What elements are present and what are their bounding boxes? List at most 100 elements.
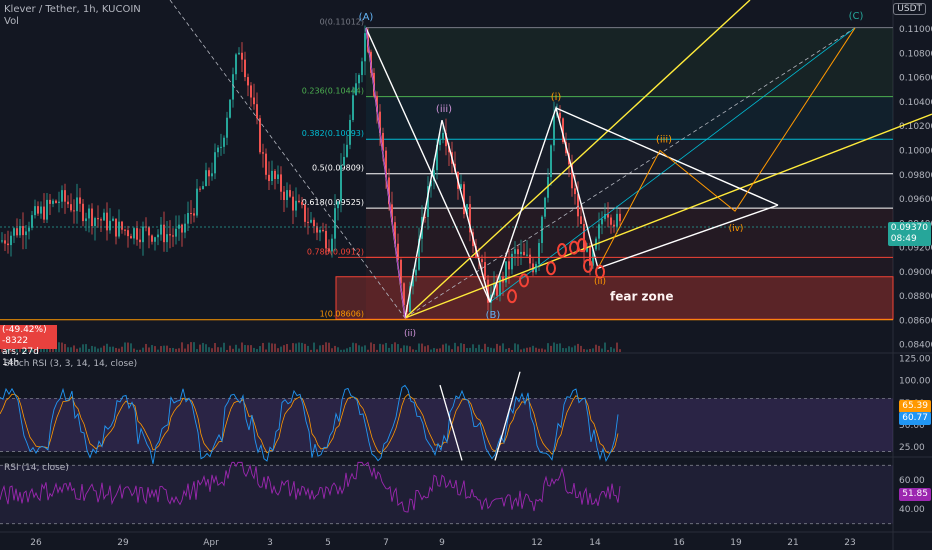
volume-bar — [295, 343, 297, 352]
candle-body — [232, 74, 234, 100]
candle-body — [73, 210, 75, 212]
candle-body — [148, 227, 150, 236]
countdown: 08:49 — [890, 234, 917, 244]
volume-bar — [457, 346, 459, 352]
candle-body — [25, 231, 27, 236]
time-tick-label: 29 — [117, 538, 129, 548]
volume-bar — [412, 349, 414, 352]
candle-body — [301, 202, 303, 205]
volume-bar — [160, 346, 162, 352]
candle-body — [415, 269, 417, 276]
volume-bar — [334, 345, 336, 352]
candle-body — [235, 54, 237, 75]
volume-bar — [553, 342, 555, 352]
price-tick-label: 0.10200 — [899, 122, 932, 132]
rsi-tag: 51.85 — [899, 488, 931, 501]
volume-bar — [145, 343, 147, 352]
volume-bar — [220, 347, 222, 352]
candle-body — [133, 228, 135, 239]
candle-body — [355, 83, 357, 96]
volume-bar — [316, 349, 318, 352]
wave-label-i: (i) — [551, 92, 562, 103]
volume-bar — [418, 343, 420, 352]
candle-body — [136, 228, 138, 240]
volume-bar — [289, 349, 291, 352]
time-tick-label: 19 — [730, 538, 742, 548]
fib-label: 0.786(0.0912) — [307, 247, 364, 256]
candle-body — [361, 61, 363, 76]
volume-bar — [604, 342, 606, 352]
candle-body — [4, 240, 6, 244]
candle-body — [343, 156, 345, 166]
volume-bar — [232, 348, 234, 352]
volume-bar — [118, 348, 120, 352]
candle-body — [190, 213, 192, 215]
candle-body — [328, 248, 330, 252]
volume-bar — [448, 345, 450, 352]
currency-button[interactable]: USDT — [893, 3, 926, 15]
candle-body — [613, 224, 615, 227]
volume-bar — [460, 343, 462, 352]
volume-bar — [523, 348, 525, 352]
price-tick-label: 0.09600 — [899, 195, 932, 205]
volume-bar — [358, 345, 360, 352]
candle-body — [142, 226, 144, 243]
measure-box: (-49.42%) -8322 ars, 27d 14h — [0, 325, 57, 368]
volume-bar — [238, 348, 240, 352]
time-tick-label: 12 — [531, 538, 542, 548]
candle-body — [31, 215, 33, 228]
volume-bar — [100, 347, 102, 352]
chart-stage[interactable]: 0.11000 0.10800 0.10600 0.10400 0.10200 0.100… — [0, 0, 932, 550]
candle-body — [283, 191, 285, 200]
volume-bar — [361, 346, 363, 352]
volume-bar — [589, 348, 591, 352]
volume-bar — [373, 343, 375, 352]
time-tick-label: 26 — [30, 538, 42, 548]
volume-bar — [82, 344, 84, 352]
candle-body — [217, 147, 219, 153]
candle-body — [166, 234, 168, 243]
volume-bar — [61, 342, 63, 352]
candle-body — [124, 229, 126, 231]
price-chart[interactable]: 0.11000 0.10800 0.10600 0.10400 0.10200 0.100… — [0, 0, 932, 550]
volume-bar — [244, 344, 246, 352]
wave-label-iii-proj: (iii) — [656, 135, 672, 146]
volume-bar — [370, 342, 372, 352]
volume-bar — [73, 345, 75, 352]
wave-label-a: (A) — [359, 12, 374, 23]
candle-body — [181, 224, 183, 233]
volume-bar — [193, 342, 195, 352]
candle-body — [205, 170, 207, 187]
volume-bar — [85, 344, 87, 352]
candle-body — [544, 197, 546, 217]
volume-bar — [286, 343, 288, 352]
volume-bar — [472, 344, 474, 352]
candle-body — [22, 226, 24, 236]
volume-bar — [181, 342, 183, 352]
volume-bar — [565, 348, 567, 352]
volume-bar — [514, 343, 516, 352]
volume-bar — [511, 349, 513, 352]
volume-bar — [214, 343, 216, 352]
candle-body — [52, 200, 54, 204]
volume-bar — [241, 342, 243, 352]
volume-bar — [550, 345, 552, 352]
candle-body — [103, 212, 105, 221]
volume-bar — [121, 346, 123, 352]
volume-bar — [331, 348, 333, 352]
rsi-label: RSI (14, close) — [4, 463, 69, 473]
candle-body — [61, 190, 63, 202]
candle-body — [619, 213, 621, 222]
candle-body — [121, 221, 123, 230]
volume-bar — [580, 345, 582, 352]
volume-bar — [151, 345, 153, 352]
candle-body — [94, 218, 96, 227]
volume-bar — [103, 345, 105, 352]
volume-bar — [388, 347, 390, 352]
volume-bar — [364, 345, 366, 352]
stoch-tick-label: 125.00 — [899, 354, 931, 364]
volume-bar — [442, 344, 444, 352]
candle-body — [70, 204, 72, 211]
volume-bar — [139, 349, 141, 352]
candle-body — [253, 97, 255, 105]
